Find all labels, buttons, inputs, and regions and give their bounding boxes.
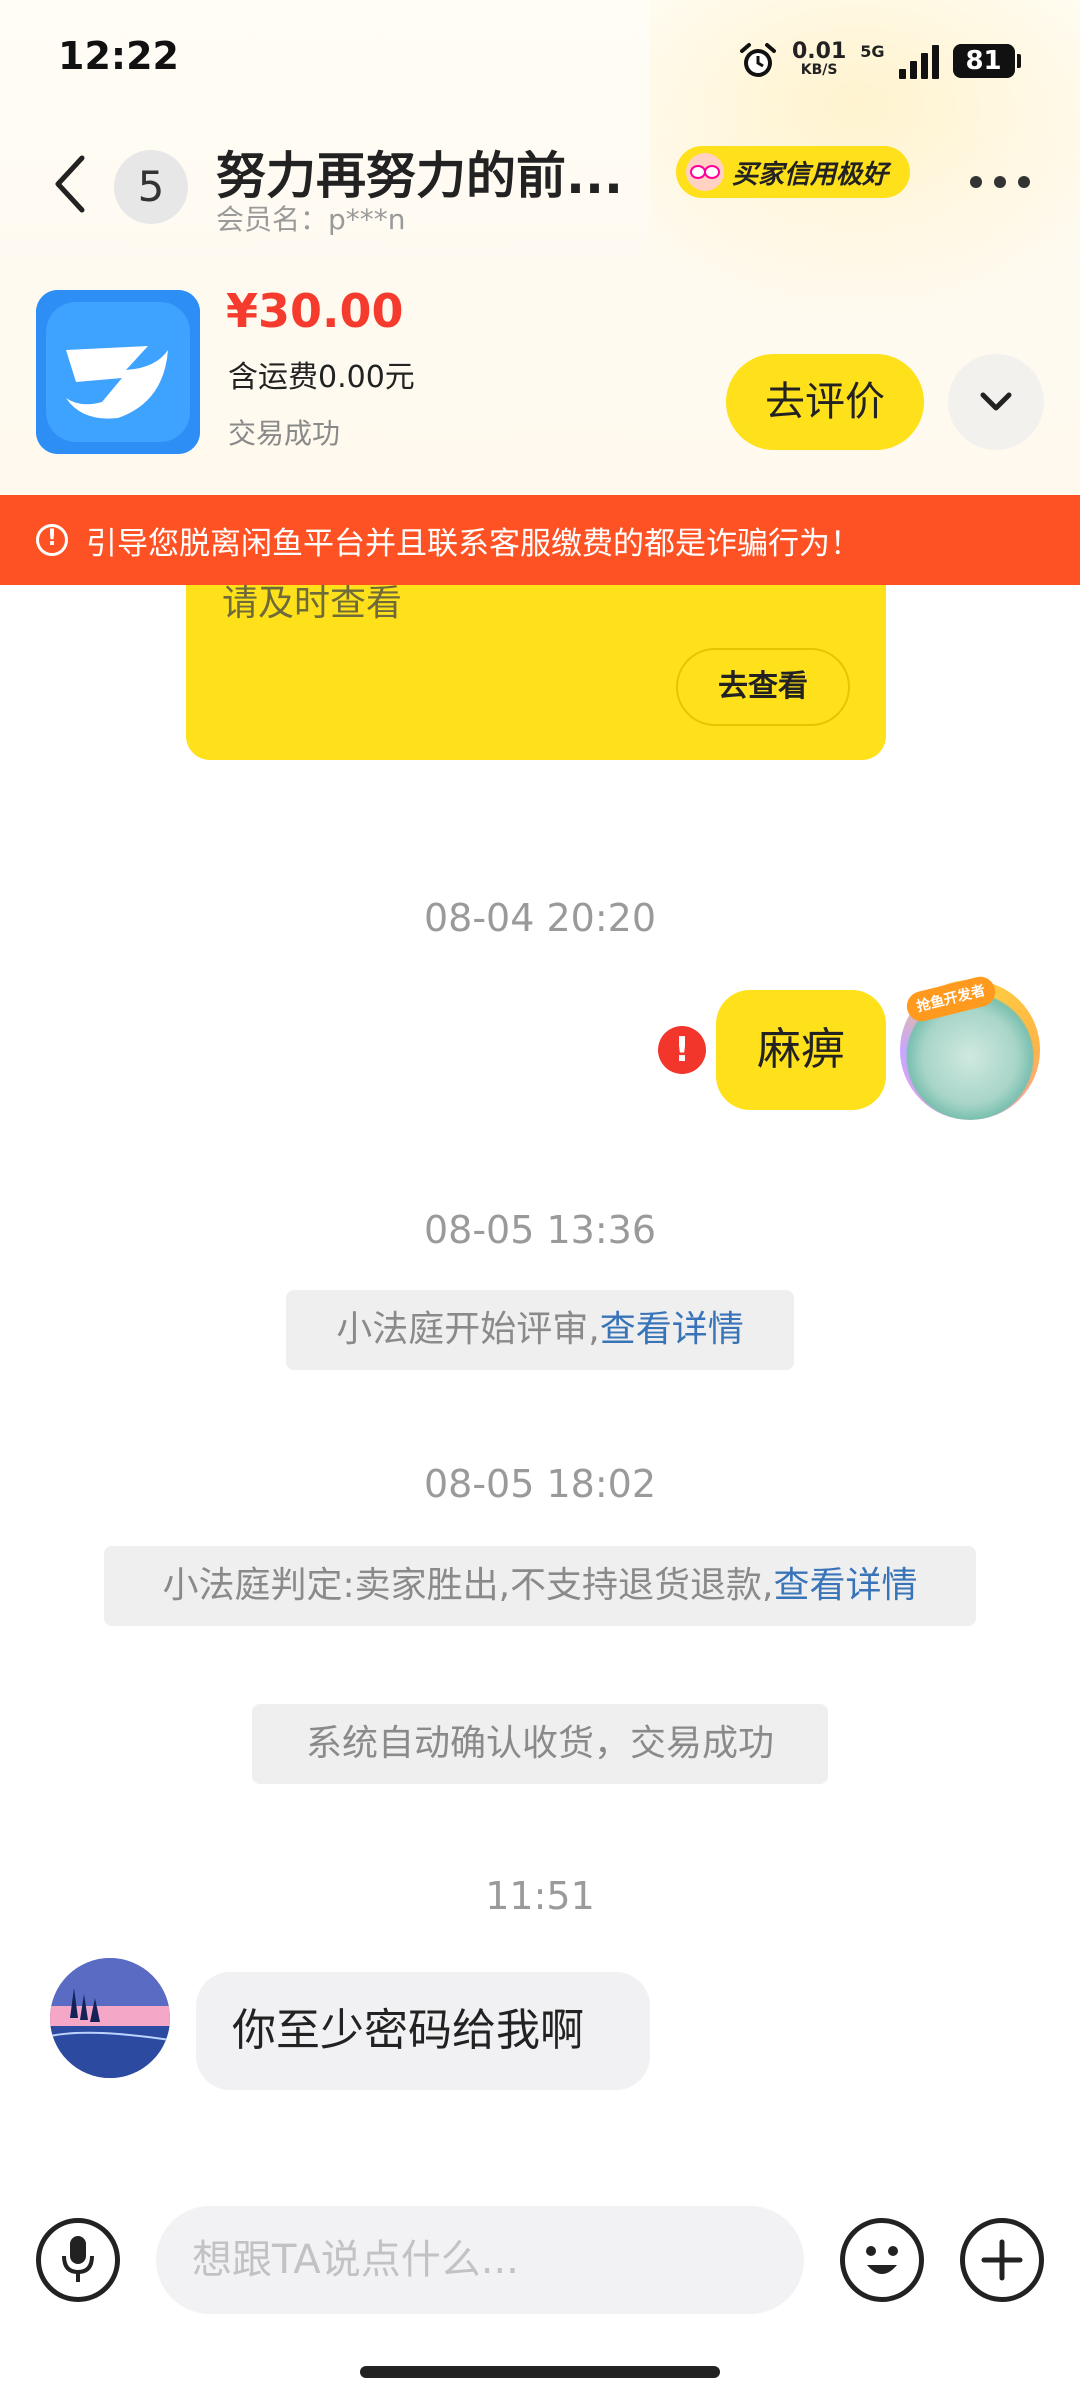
emoji-button[interactable] xyxy=(840,2218,924,2302)
battery-icon: 81 xyxy=(952,44,1021,78)
fraud-warning-bar: ! 引导您脱离闲鱼平台并且联系客服缴费的都是诈骗行为！ xyxy=(0,495,1080,585)
my-message-bubble[interactable]: 麻痹 xyxy=(716,990,886,1110)
view-details-link[interactable]: 查看详情 xyxy=(774,1565,918,1606)
product-price: ¥30.00 xyxy=(226,284,404,338)
emoji-icon xyxy=(866,2246,898,2274)
status-icons: 0.01 KB/S 5G 81 xyxy=(738,36,1021,86)
signal-icon xyxy=(898,43,939,79)
buyer-credit-badge[interactable]: 买家信用极好 xyxy=(676,146,910,198)
system-message: 小法庭开始评审,查看详情 xyxy=(286,1290,794,1370)
fraud-warning-text: 引导您脱离闲鱼平台并且联系客服缴费的都是诈骗行为！ xyxy=(86,525,861,562)
message-input[interactable] xyxy=(156,2206,804,2314)
timestamp: 08-04 20:20 xyxy=(423,896,656,940)
unread-count-badge[interactable]: 5 xyxy=(114,150,188,224)
product-image[interactable] xyxy=(36,290,200,454)
view-details-link[interactable]: 查看详情 xyxy=(600,1309,744,1350)
app-logo-icon xyxy=(36,290,200,454)
warning-icon: ! xyxy=(36,524,68,556)
network-type: 5G xyxy=(860,42,885,61)
alarm-icon xyxy=(740,43,776,77)
more-actions-button[interactable] xyxy=(960,2218,1044,2302)
microphone-icon xyxy=(62,2236,94,2282)
review-button[interactable]: 去评价 xyxy=(726,354,924,450)
timestamp: 11:51 xyxy=(485,1874,595,1918)
chevron-down-icon xyxy=(980,392,1012,411)
notice-view-button[interactable]: 去查看 xyxy=(676,648,850,726)
system-message: 系统自动确认收货，交易成功 xyxy=(252,1704,828,1784)
voice-input-button[interactable] xyxy=(36,2218,120,2302)
trade-status: 交易成功 xyxy=(228,417,341,450)
credit-face-icon xyxy=(686,153,724,191)
expand-button[interactable] xyxy=(948,354,1044,450)
net-speed: 0.01 KB/S xyxy=(792,41,846,79)
credit-badge-label: 买家信用极好 xyxy=(732,159,889,190)
back-arrow-icon[interactable] xyxy=(50,152,90,216)
more-options-icon[interactable] xyxy=(970,170,1034,194)
avatar-landscape-image xyxy=(50,1958,170,2078)
system-message: 小法庭判定:卖家胜出,不支持退货退款,查看详情 xyxy=(104,1546,976,1626)
status-time: 12:22 xyxy=(58,34,179,78)
timestamp: 08-05 13:36 xyxy=(423,1208,656,1252)
system-message-text: 小法庭判定:卖家胜出,不支持退货退款, xyxy=(162,1565,774,1606)
plus-icon xyxy=(981,2239,1023,2281)
home-indicator[interactable] xyxy=(360,2366,720,2378)
system-message-text: 小法庭开始评审, xyxy=(336,1309,600,1350)
peer-avatar[interactable] xyxy=(50,1958,170,2078)
timestamp: 08-05 18:02 xyxy=(423,1462,656,1506)
member-name: 会员名：p***n xyxy=(216,203,406,236)
send-failed-icon[interactable]: ! xyxy=(658,1026,706,1074)
shipping-fee: 含运费0.00元 xyxy=(228,360,415,395)
peer-message-bubble[interactable]: 你至少密码给我啊 xyxy=(196,1972,650,2090)
